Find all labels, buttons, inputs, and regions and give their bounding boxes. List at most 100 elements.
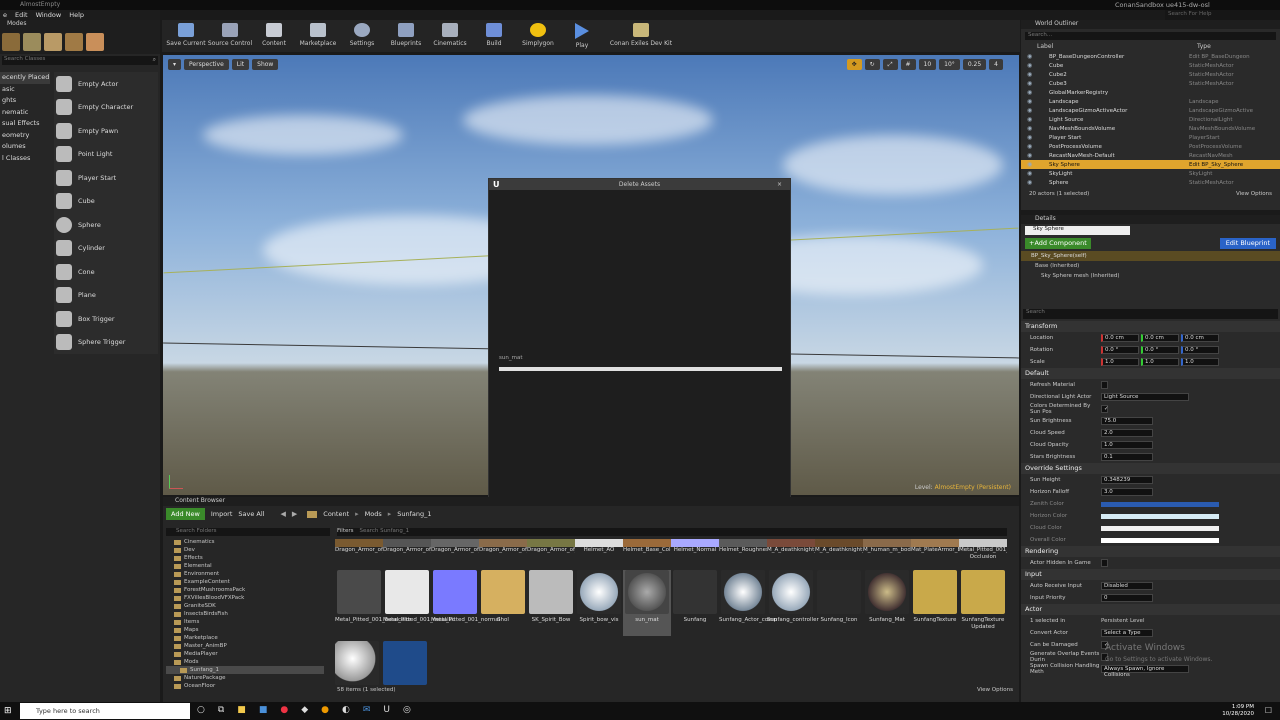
visibility-eye-icon[interactable]: ◉ [1027, 71, 1033, 78]
place-item[interactable]: Cone [54, 260, 158, 284]
directional-light-dropdown[interactable]: Light Source [1101, 393, 1189, 401]
visibility-eye-icon[interactable]: ◉ [1027, 98, 1033, 105]
asset-tile[interactable]: Dragon_Armor_of_Aenarion_Female2_Physics [527, 539, 575, 567]
folder-item[interactable]: Sunfang_1 [166, 666, 324, 674]
breadcrumb-sunfang[interactable]: Sunfang_1 [397, 510, 431, 518]
cinematics-button[interactable]: Cinematics [430, 20, 470, 50]
outliner-row[interactable]: ◉ PostProcessVolume PostProcessVolume [1021, 142, 1280, 151]
back-arrow-icon[interactable]: ◀ [281, 510, 286, 518]
visibility-eye-icon[interactable]: ◉ [1027, 116, 1033, 123]
settings-button[interactable]: Settings [342, 20, 382, 50]
folder-item[interactable]: NaturePackage [166, 674, 324, 682]
world-outliner-tab[interactable]: World Outliner [1021, 20, 1280, 29]
camera-speed[interactable]: 4 [989, 59, 1003, 70]
outliner-row[interactable]: ◉ RecastNavMesh-Default RecastNavMesh [1021, 151, 1280, 160]
rotation-z[interactable]: 0.0 ° [1181, 346, 1219, 354]
folder-item[interactable]: ForestMushroomsPack [166, 586, 324, 594]
search-folders-input[interactable]: Search Folders [166, 528, 330, 536]
app-icon[interactable]: ◎ [403, 705, 411, 715]
column-type[interactable]: Type [1197, 43, 1211, 52]
horizon-falloff-field[interactable]: 3.0 [1101, 488, 1153, 496]
windows-start-icon[interactable]: ⊞ [4, 706, 14, 716]
asset-tile[interactable]: Dragon_Armor_of_Aenarion_Boots_male [383, 539, 431, 567]
category-volumes[interactable]: olumes [0, 141, 50, 153]
folder-item[interactable]: Effects [166, 554, 324, 562]
spawn-collision-dropdown[interactable]: Always Spawn, Ignore Collisions [1101, 665, 1189, 678]
override-section[interactable]: Override Settings [1021, 463, 1280, 474]
cloud-opacity-field[interactable]: 1.0 [1101, 441, 1153, 449]
save-all-button[interactable]: Save All [238, 510, 264, 518]
location-x[interactable]: 0.0 cm [1101, 334, 1139, 342]
geometry-mode-icon[interactable] [86, 33, 104, 51]
grid-size[interactable]: 10 [918, 59, 937, 70]
input-priority-field[interactable]: 0 [1101, 594, 1153, 602]
search-classes-input[interactable]: Search Classes ⌕ [2, 56, 158, 65]
actor-name-field[interactable]: Sky Sphere [1025, 225, 1130, 235]
refresh-checkbox[interactable] [1101, 381, 1108, 389]
rotate-icon[interactable]: ↻ [864, 59, 880, 70]
asset-tile[interactable]: Spirit_bow_vis [575, 570, 623, 636]
close-icon[interactable]: × [777, 179, 782, 190]
import-button[interactable]: Import [211, 510, 233, 518]
outliner-row[interactable]: ◉ Player Start PlayerStart [1021, 133, 1280, 142]
category-basic[interactable]: asic [0, 84, 50, 96]
asset-tile[interactable]: Sunfang_controller [767, 570, 819, 636]
unreal-taskbar-icon[interactable]: U [383, 705, 390, 715]
folder-item[interactable]: Maps [166, 626, 324, 634]
asset-tile[interactable]: Dragon_Armor_of_Aenarion_Boots_male [431, 539, 479, 567]
menu-edit[interactable]: Edit [15, 11, 28, 19]
store-icon[interactable]: ■ [259, 705, 268, 715]
folder-item[interactable]: Cinematics [166, 538, 324, 546]
stars-brightness-field[interactable]: 0.1 [1101, 453, 1153, 461]
outliner-row[interactable]: ◉ LandscapeGizmoActiveActor LandscapeGizmo… [1021, 106, 1280, 115]
overall-color-swatch[interactable] [1101, 537, 1219, 543]
zenith-color-swatch[interactable] [1101, 501, 1219, 507]
asset-tile[interactable]: SunfangTexture [911, 570, 959, 636]
place-item[interactable]: Sphere [54, 213, 158, 237]
asset-tile[interactable]: Mat_PlateArmor_Base_Color [911, 539, 959, 567]
asset-tile[interactable]: Dragon_Armor_of_Aenarion_Boots [335, 539, 383, 567]
place-item[interactable]: Player Start [54, 166, 158, 190]
folder-item[interactable]: Environment [166, 570, 324, 578]
lit-button[interactable]: Lit [231, 59, 250, 70]
place-item[interactable]: Point Light [54, 143, 158, 167]
component-base[interactable]: Base (Inherited) [1021, 261, 1280, 271]
visibility-eye-icon[interactable]: ◉ [1027, 170, 1033, 177]
asset-tile[interactable]: M_A_deathknight_gloves_Base_Color1 [815, 539, 863, 567]
add-component-button[interactable]: +Add Component [1025, 238, 1091, 249]
auto-receive-input-dropdown[interactable]: Disabled [1101, 582, 1153, 590]
modes-tab[interactable]: Modes [0, 20, 160, 29]
content-button[interactable]: Content [254, 20, 294, 50]
translate-icon[interactable]: ✥ [846, 59, 862, 70]
asset-tile[interactable]: Metal_Pitted_001_ambient Occlusion [959, 539, 1007, 567]
scale-icon[interactable]: ⤢ [882, 59, 898, 70]
asset-tile[interactable]: Helmet_Base_Color [623, 539, 671, 567]
app-icon[interactable]: ◐ [342, 705, 350, 715]
landscape-mode-icon[interactable] [44, 33, 62, 51]
check-icon[interactable]: ✓ [1101, 405, 1109, 413]
outliner-row[interactable]: ◉ BP_BaseDungeonController Edit BP_BaseDun… [1021, 52, 1280, 61]
transform-section[interactable]: Transform [1021, 321, 1280, 332]
asset-tile[interactable]: M_A_deathknight_gloves_001_Base_Color [767, 539, 815, 567]
foliage-mode-icon[interactable] [65, 33, 83, 51]
details-search-input[interactable]: Search [1023, 309, 1278, 319]
hidden-in-game-checkbox[interactable] [1101, 559, 1108, 567]
outliner-row[interactable]: ◉ SkyLight SkyLight [1021, 169, 1280, 178]
asset-tile[interactable]: Sunfang_Mat [863, 570, 911, 636]
asset-tile[interactable]: Metal_Pitted_001_normal [431, 570, 500, 636]
visibility-eye-icon[interactable]: ◉ [1027, 152, 1033, 159]
cortana-icon[interactable]: ○ [197, 705, 205, 715]
content-browser-tab[interactable]: Content Browser [163, 497, 1019, 506]
place-item[interactable]: Box Trigger [54, 307, 158, 331]
folder-item[interactable]: Items [166, 618, 324, 626]
folder-item[interactable]: InsectsBirdsFish [166, 610, 324, 618]
file-explorer-icon[interactable]: ■ [237, 705, 246, 715]
place-item[interactable]: Empty Actor [54, 72, 158, 96]
asset-tile[interactable]: Helmet_Roughness [719, 539, 767, 567]
place-item[interactable]: Plane [54, 284, 158, 308]
outliner-row[interactable]: ◉ Cube3 StaticMeshActor [1021, 79, 1280, 88]
asset-tile[interactable]: Sunfang_Icon [815, 570, 863, 636]
asset-search-input[interactable]: Search Sunfang_1 [360, 528, 410, 536]
outliner-row[interactable]: ◉ NavMeshBoundsVolume NavMeshBoundsVolume [1021, 124, 1280, 133]
asset-tile[interactable]: Helmet_AO [575, 539, 623, 567]
